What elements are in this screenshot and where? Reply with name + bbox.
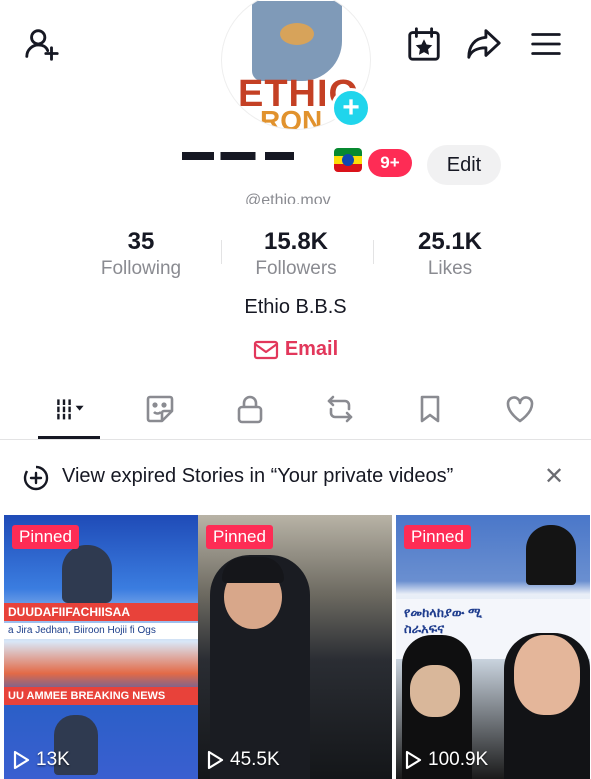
person-face xyxy=(514,635,580,715)
profile-tabs xyxy=(0,386,591,440)
video-grid: DUUDAFIIFACHIISAA a Jira Jedhan, Biiroon… xyxy=(0,515,591,779)
add-friend-icon[interactable] xyxy=(22,24,62,64)
pinned-badge: Pinned xyxy=(12,525,79,549)
pinned-badge: Pinned xyxy=(206,525,273,549)
person-face xyxy=(410,665,460,717)
stat-divider xyxy=(373,240,374,264)
video-caption: DUUDAFIIFACHIISAA xyxy=(4,603,198,621)
story-plus-icon xyxy=(23,465,49,491)
lock-icon xyxy=(237,395,263,424)
likes-count: 25.1K xyxy=(417,228,483,255)
view-count-value: 13K xyxy=(36,749,70,770)
avatar-logo-subtext: RON xyxy=(260,105,323,130)
following-label: Following xyxy=(100,258,182,279)
stat-followers[interactable]: 15.8K Followers xyxy=(221,228,371,280)
person-hair xyxy=(222,557,284,583)
tab-favorites[interactable] xyxy=(128,386,192,432)
tab-videos[interactable] xyxy=(38,386,102,432)
view-count: 100.9K xyxy=(404,749,488,771)
active-tab-indicator xyxy=(38,436,100,439)
profile-name-row: 9+ Edit xyxy=(0,140,591,190)
ethiopia-flag-icon xyxy=(334,148,362,172)
video-caption: የመከላከያው ሚ xyxy=(404,605,482,620)
person-figure xyxy=(526,525,576,585)
profile-name xyxy=(182,152,342,160)
pinned-badge: Pinned xyxy=(404,525,471,549)
profile-bio: Ethio B.B.S xyxy=(244,296,347,318)
expired-stories-banner[interactable]: View expired Stories in “Your private vi… xyxy=(0,452,591,502)
likes-label: Likes xyxy=(427,258,473,279)
video-caption: a Jira Jedhan, Biiroon Hojii fi Ogs xyxy=(4,623,198,639)
video-caption: UU AMMEE BREAKING NEWS xyxy=(4,687,198,705)
following-count: 35 xyxy=(127,228,155,255)
sticker-face-icon xyxy=(146,395,174,423)
bookmark-icon xyxy=(420,395,440,423)
close-icon[interactable]: ✕ xyxy=(540,462,568,490)
profile-handle: @ethio.mov xyxy=(245,192,331,204)
tab-liked[interactable] xyxy=(488,386,552,432)
view-count-value: 100.9K xyxy=(428,749,489,770)
view-count: 45.5K xyxy=(206,749,280,771)
eye-logo-icon xyxy=(252,1,342,81)
followers-count: 15.8K xyxy=(263,228,329,255)
video-thumbnail[interactable]: የመከላከያው ሚ ስራአፍና Pinned 100.9K xyxy=(396,515,590,779)
repost-icon xyxy=(327,395,353,423)
notification-badge[interactable]: 9+ xyxy=(368,149,412,177)
videos-grid-icon xyxy=(57,399,84,420)
mail-icon xyxy=(253,340,278,359)
banner-text: View expired Stories in “Your private vi… xyxy=(62,465,454,487)
play-icon xyxy=(13,750,30,770)
video-thumbnail[interactable]: Pinned 45.5K xyxy=(198,515,392,779)
profile-stats: 35 Following 15.8K Followers 25.1K Likes xyxy=(0,228,591,288)
video-thumbnail[interactable]: DUUDAFIIFACHIISAA a Jira Jedhan, Biiroon… xyxy=(4,515,198,779)
view-count: 13K xyxy=(12,749,70,771)
play-icon xyxy=(207,750,224,770)
share-icon[interactable] xyxy=(464,24,504,64)
menu-icon[interactable] xyxy=(526,24,566,64)
stat-following[interactable]: 35 Following xyxy=(66,228,216,280)
followers-label: Followers xyxy=(255,258,337,279)
heart-icon xyxy=(506,396,534,423)
view-count-value: 45.5K xyxy=(230,749,280,770)
email-label: Email xyxy=(284,338,339,360)
tab-saved[interactable] xyxy=(398,386,462,432)
email-link[interactable]: Email xyxy=(0,338,591,361)
add-story-plus-icon[interactable]: + xyxy=(331,88,371,128)
avatar[interactable]: ETHIO RON + xyxy=(221,0,371,130)
news-anchor xyxy=(62,545,112,603)
tab-private[interactable] xyxy=(218,386,282,432)
stat-likes[interactable]: 25.1K Likes xyxy=(375,228,525,280)
play-icon xyxy=(405,750,422,770)
calendar-star-icon[interactable] xyxy=(404,24,444,64)
tab-reposts[interactable] xyxy=(308,386,372,432)
edit-profile-button[interactable]: Edit xyxy=(427,145,501,185)
